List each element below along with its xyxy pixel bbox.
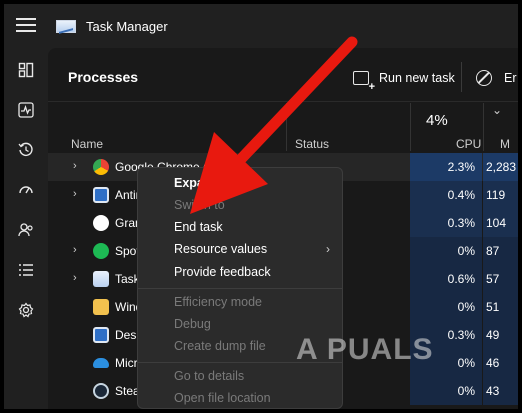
- context-menu-item-end-task[interactable]: End task: [138, 217, 342, 239]
- context-menu-item-provide-feedback[interactable]: Provide feedback: [138, 262, 342, 284]
- context-menu-item-label: End task: [174, 220, 223, 234]
- steam-icon: [93, 383, 109, 399]
- process-memory: 46: [483, 349, 518, 377]
- column-divider: [410, 103, 411, 151]
- column-header-status[interactable]: Status: [295, 137, 329, 151]
- cpu-total-percent: 4%: [426, 112, 448, 129]
- spotify-icon: [93, 243, 109, 259]
- context-menu-item-label: Go to details: [174, 369, 245, 383]
- details-icon[interactable]: [10, 254, 42, 286]
- context-menu-item-open-file-location: Open file location: [138, 388, 342, 409]
- column-divider: [483, 103, 484, 151]
- process-memory: 51: [483, 293, 518, 321]
- process-cpu: 2.3%: [410, 153, 482, 181]
- process-cpu: 0%: [410, 377, 482, 405]
- expand-chevron-icon[interactable]: ›: [73, 272, 77, 284]
- process-memory: 104: [483, 209, 518, 237]
- context-menu-item-label: Expand: [174, 176, 220, 190]
- context-menu-item-label: Provide feedback: [174, 265, 271, 279]
- process-memory: 57: [483, 265, 518, 293]
- toolbar-divider: [461, 62, 462, 92]
- task-manager-window: Task Manager Processes Run new t: [4, 4, 518, 409]
- process-cpu: 0%: [410, 293, 482, 321]
- context-menu-item-label: Efficiency mode: [174, 295, 263, 309]
- context-menu-item-switch-to: Switch to: [138, 195, 342, 217]
- folder-icon: [93, 299, 109, 315]
- processes-icon[interactable]: [10, 54, 42, 86]
- column-header-memory[interactable]: M: [500, 137, 510, 151]
- services-icon[interactable]: [10, 294, 42, 326]
- window-app-icon: [93, 327, 109, 343]
- expand-chevron-icon[interactable]: ›: [73, 244, 77, 256]
- context-menu-item-efficiency-mode: Efficiency mode: [138, 292, 342, 314]
- submenu-chevron-icon: ›: [326, 242, 330, 256]
- end-task-button[interactable]: Er: [476, 66, 517, 90]
- context-menu-item-resource-values[interactable]: Resource values ›: [138, 239, 342, 261]
- end-task-label: Er: [504, 71, 517, 85]
- page-title: Processes: [68, 69, 139, 85]
- users-icon[interactable]: [10, 214, 42, 246]
- context-menu-item-go-to-details: Go to details: [138, 366, 342, 388]
- appuals-watermark: A PUALS: [296, 333, 434, 366]
- window-app-icon: [93, 187, 109, 203]
- context-menu-item-label: Switch to: [174, 198, 225, 212]
- process-cpu: 0.3%: [410, 209, 482, 237]
- context-menu-item-label: Open file location: [174, 391, 271, 405]
- toolbar: Processes Run new task Er: [48, 48, 518, 102]
- process-memory: 2,283: [483, 153, 518, 181]
- sort-chevron-down-icon: ⌄: [492, 103, 503, 117]
- context-menu-separator: [138, 288, 342, 289]
- context-menu-item-label: Resource values: [174, 242, 268, 256]
- process-memory: 43: [483, 377, 518, 405]
- history-icon[interactable]: [10, 134, 42, 166]
- end-task-icon: [476, 70, 492, 86]
- window-title: Task Manager: [86, 19, 168, 34]
- taskmgr-icon: [93, 271, 109, 287]
- process-cpu: 0%: [410, 237, 482, 265]
- context-menu-item-label: Debug: [174, 317, 211, 331]
- context-menu: Expand Switch to End task Resource values › P…: [137, 167, 343, 409]
- column-header-cpu[interactable]: CPU: [456, 137, 481, 151]
- process-memory: 87: [483, 237, 518, 265]
- process-cpu: 0.6%: [410, 265, 482, 293]
- left-nav: [4, 48, 48, 409]
- hamburger-menu-icon[interactable]: [16, 18, 36, 34]
- title-bar: Task Manager: [4, 4, 518, 48]
- run-new-task-label: Run new task: [379, 71, 455, 85]
- run-new-task-button[interactable]: Run new task: [353, 66, 455, 92]
- run-new-task-icon: [353, 71, 375, 92]
- column-divider: [286, 103, 287, 151]
- grammarly-icon: [93, 215, 109, 231]
- context-menu-item-label: Create dump file: [174, 339, 266, 353]
- column-headers: Name Status 4% CPU ⌄ M: [48, 103, 518, 151]
- startup-icon[interactable]: [10, 174, 42, 206]
- process-memory: 119: [483, 181, 518, 209]
- task-manager-app-icon: [56, 20, 76, 33]
- performance-icon[interactable]: [10, 94, 42, 126]
- process-memory: 49: [483, 321, 518, 349]
- column-header-name[interactable]: Name: [71, 137, 103, 151]
- expand-chevron-icon[interactable]: ›: [73, 160, 77, 172]
- onedrive-icon: [93, 358, 109, 368]
- process-cpu: 0.4%: [410, 181, 482, 209]
- chrome-icon: [93, 159, 109, 175]
- expand-chevron-icon[interactable]: ›: [73, 188, 77, 200]
- context-menu-item-expand[interactable]: Expand: [138, 173, 342, 195]
